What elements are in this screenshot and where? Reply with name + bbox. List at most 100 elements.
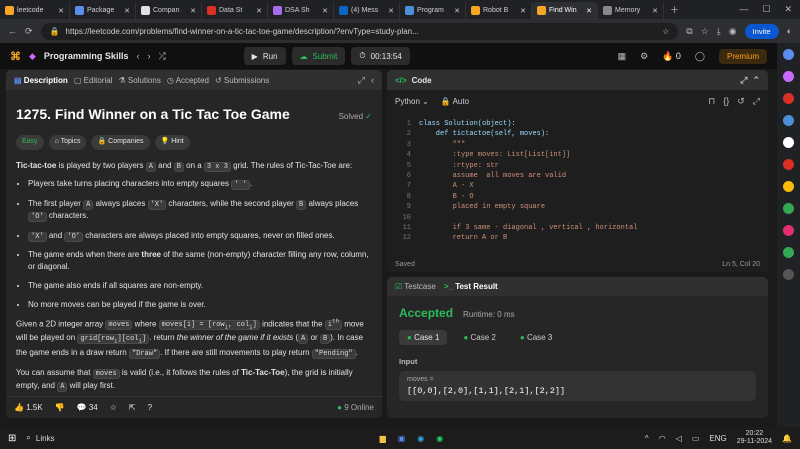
battery-icon[interactable]: ▭ bbox=[692, 434, 700, 443]
companies-tag[interactable]: 🔒 Companies bbox=[91, 135, 150, 150]
next-problem-icon[interactable]: › bbox=[147, 51, 150, 61]
file-explorer-icon[interactable]: ▆ bbox=[380, 434, 386, 443]
url-field[interactable]: 🔒 https://leetcode.com/problems/find-win… bbox=[40, 22, 679, 40]
settings-icon[interactable]: ⚙ bbox=[640, 51, 648, 62]
instagram-icon[interactable] bbox=[783, 225, 794, 236]
browser-tab[interactable]: Compan ✕ bbox=[136, 2, 202, 19]
expand-icon[interactable]: ⤢ bbox=[358, 75, 365, 86]
close-tab-icon[interactable]: ✕ bbox=[190, 7, 196, 15]
hint-tag[interactable]: 💡 Hint bbox=[154, 135, 190, 150]
tab-editorial[interactable]: ▢ Editorial bbox=[74, 76, 113, 85]
star-icon[interactable]: ☆ bbox=[110, 403, 117, 412]
tab-description[interactable]: ▤ Description bbox=[14, 76, 68, 85]
close-tab-icon[interactable]: ✕ bbox=[58, 7, 64, 15]
browser-tab[interactable]: Package ✕ bbox=[70, 2, 136, 19]
browser-tab[interactable]: (4) Mess ✕ bbox=[334, 2, 400, 19]
code-editor[interactable]: 1 class Solution(object): 2 def tictactoe(… bbox=[387, 116, 768, 246]
topics-tag[interactable]: ⌂ Topics bbox=[48, 135, 87, 150]
new-tab-icon[interactable]: ＋ bbox=[670, 3, 679, 16]
browser-tab[interactable]: Memory ✕ bbox=[598, 2, 664, 19]
store-icon[interactable]: ▣ bbox=[398, 434, 406, 443]
close-tab-icon[interactable]: ✕ bbox=[454, 7, 460, 15]
language-select[interactable]: Python ⌄ bbox=[395, 97, 429, 106]
tab-solutions[interactable]: ⚗ Solutions bbox=[119, 76, 161, 85]
prev-problem-icon[interactable]: ‹ bbox=[136, 51, 139, 61]
close-tab-icon[interactable]: ✕ bbox=[256, 7, 262, 15]
browser-tab[interactable]: Find Win ✕ bbox=[532, 2, 598, 19]
close-tab-icon[interactable]: ✕ bbox=[322, 7, 328, 15]
tab-test-result[interactable]: >_ Test Result bbox=[444, 282, 498, 291]
maps-icon[interactable] bbox=[783, 247, 794, 258]
format-icon[interactable]: {} bbox=[723, 96, 729, 107]
tray-chevron-icon[interactable]: ^ bbox=[645, 434, 649, 443]
wifi-icon[interactable]: ◠ bbox=[659, 434, 666, 443]
invite-button[interactable]: Invite bbox=[744, 23, 779, 39]
case-tab-1[interactable]: ● Case 1 bbox=[399, 330, 448, 345]
expand-icon[interactable]: ⤢ bbox=[740, 75, 747, 86]
help-icon[interactable]: ? bbox=[148, 403, 152, 412]
case-tab-3[interactable]: ● Case 3 bbox=[512, 330, 560, 345]
edge-icon[interactable]: ◐ bbox=[787, 26, 792, 36]
close-window-icon[interactable]: ✕ bbox=[784, 4, 792, 15]
submit-button[interactable]: ☁ Submit bbox=[291, 47, 346, 65]
language-indicator[interactable]: ENG bbox=[709, 434, 726, 443]
difficulty-tag[interactable]: Easy bbox=[16, 135, 44, 150]
copilot-icon[interactable]: ◉ bbox=[729, 26, 737, 37]
clock[interactable]: 20:22 29-11-2024 bbox=[737, 430, 772, 445]
tools-icon[interactable] bbox=[783, 115, 794, 126]
comments-button[interactable]: 💬 34 bbox=[77, 403, 98, 412]
google-icon[interactable] bbox=[783, 181, 794, 192]
collapse-icon[interactable]: ‹ bbox=[371, 75, 374, 85]
refresh-icon[interactable]: ⟳ bbox=[25, 26, 33, 37]
fullscreen-icon[interactable]: ⤢ bbox=[753, 96, 760, 107]
games-icon[interactable] bbox=[783, 137, 794, 148]
star-icon[interactable]: ☆ bbox=[662, 27, 669, 36]
add-icon[interactable] bbox=[783, 269, 794, 280]
windows-start-icon[interactable]: ⊞ bbox=[8, 433, 16, 444]
close-tab-icon[interactable]: ✕ bbox=[388, 7, 394, 15]
back-icon[interactable]: ← bbox=[8, 26, 17, 36]
shopping-icon[interactable] bbox=[783, 93, 794, 104]
shuffle-icon[interactable]: ⤮ bbox=[158, 51, 165, 62]
google-icon[interactable] bbox=[783, 203, 794, 214]
tab-accepted[interactable]: ◷ Accepted bbox=[167, 76, 209, 85]
auto-toggle[interactable]: 🔒 Auto bbox=[441, 97, 469, 106]
download-icon[interactable]: ⤓ bbox=[717, 26, 721, 37]
bookmark-icon[interactable]: ⊓ bbox=[708, 96, 715, 107]
browser-tab[interactable]: Program ✕ bbox=[400, 2, 466, 19]
edge-taskbar-icon[interactable]: ◉ bbox=[417, 434, 424, 443]
whatsapp-icon[interactable]: ◉ bbox=[436, 434, 443, 443]
browser-tab[interactable]: leetcode ✕ bbox=[0, 2, 70, 19]
profile-icon[interactable]: ◯ bbox=[695, 51, 705, 62]
volume-icon[interactable]: ◁ bbox=[676, 434, 682, 443]
share-icon[interactable]: ⇱ bbox=[129, 403, 136, 412]
layout-icon[interactable]: ▦ bbox=[618, 51, 627, 62]
browser-tab[interactable]: Data St ✕ bbox=[202, 2, 268, 19]
problem-list-title[interactable]: Programming Skills bbox=[44, 51, 129, 61]
dislike-icon[interactable]: 👎 bbox=[55, 403, 65, 412]
close-tab-icon[interactable]: ✕ bbox=[652, 7, 658, 15]
case-tab-2[interactable]: ● Case 2 bbox=[455, 330, 503, 345]
close-tab-icon[interactable]: ✕ bbox=[124, 7, 130, 15]
tab-testcase[interactable]: ☑ Testcase bbox=[395, 282, 436, 291]
favorites-icon[interactable]: ☆ bbox=[701, 26, 709, 37]
browser-tab[interactable]: Robot B ✕ bbox=[466, 2, 532, 19]
streak[interactable]: 🔥 0 bbox=[662, 51, 681, 62]
like-button[interactable]: 👍 1.5K bbox=[14, 403, 43, 412]
leetcode-logo-icon[interactable]: ⌘ bbox=[10, 50, 21, 63]
run-button[interactable]: ▶ Run bbox=[243, 47, 286, 65]
premium-button[interactable]: Premium bbox=[718, 48, 767, 64]
copilot-icon[interactable] bbox=[783, 71, 794, 82]
maximize-icon[interactable]: ☐ bbox=[762, 4, 770, 15]
timer[interactable]: ⏱ 00:13:54 bbox=[351, 47, 410, 65]
minimize-icon[interactable]: — bbox=[739, 4, 748, 15]
close-tab-icon[interactable]: ✕ bbox=[520, 7, 526, 15]
search-icon[interactable] bbox=[783, 49, 794, 60]
reset-icon[interactable]: ↺ bbox=[737, 96, 745, 107]
office-icon[interactable] bbox=[783, 159, 794, 170]
extensions-icon[interactable]: ⧉ bbox=[686, 26, 692, 37]
close-tab-icon[interactable]: ✕ bbox=[586, 7, 592, 15]
notification-icon[interactable]: 🔔 bbox=[782, 434, 792, 443]
browser-tab[interactable]: DSA Sh ✕ bbox=[268, 2, 334, 19]
tab-submissions[interactable]: ↺ Submissions bbox=[215, 76, 269, 85]
